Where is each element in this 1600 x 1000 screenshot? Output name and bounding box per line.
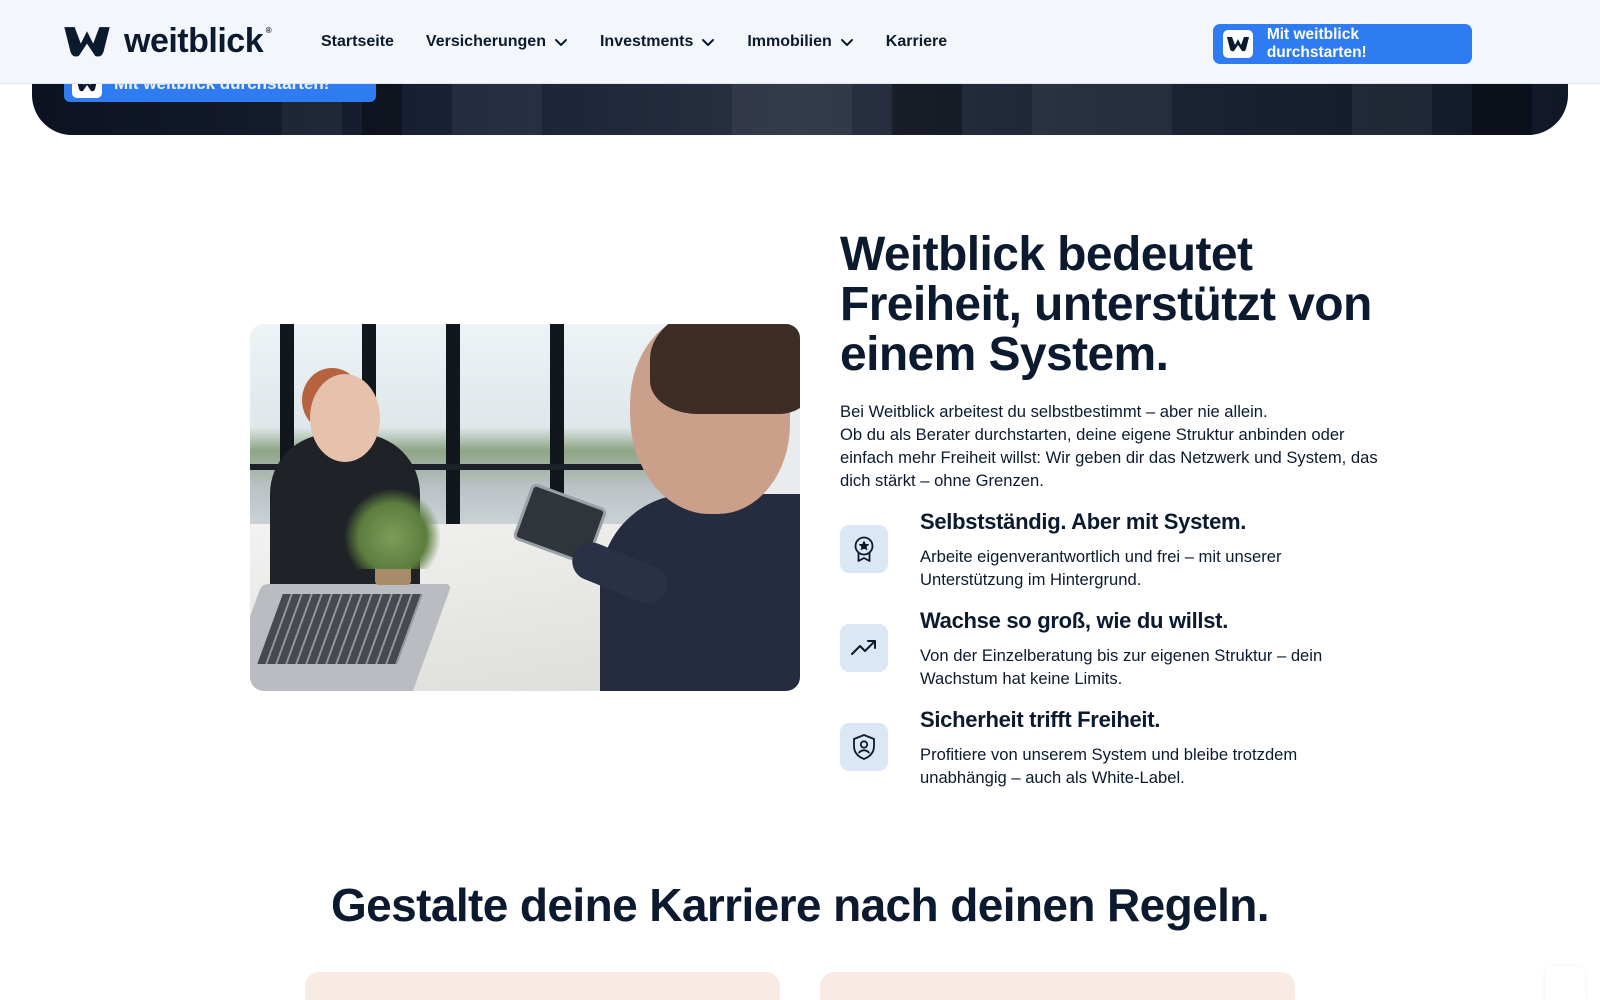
main-nav: Startseite Versicherungen Investments Im… — [321, 0, 947, 84]
nav-item-karriere[interactable]: Karriere — [886, 33, 947, 51]
brand-wordmark: weitblick ® — [124, 22, 272, 60]
intro-headline: Weitblick bedeutet Freiheit, unterstützt… — [840, 228, 1372, 381]
feature-list: Selbstständig. Aber mit System. Arbeite … — [840, 509, 1380, 806]
shield-user-icon — [840, 723, 888, 771]
chevron-down-icon — [554, 39, 567, 46]
brand-logo[interactable]: weitblick ® — [64, 22, 272, 61]
office-meeting-photo — [250, 324, 800, 691]
chevron-down-icon — [840, 39, 853, 46]
intro-paragraph: Bei Weitblick arbeitest du selbstbestimm… — [840, 402, 1378, 490]
floating-widget-button[interactable] — [1545, 966, 1585, 1000]
nav-item-immobilien[interactable]: Immobilien — [747, 33, 853, 51]
chevron-down-icon — [702, 39, 715, 46]
feature-item-sicherheit: Sicherheit trifft Freiheit. Profitiere v… — [840, 707, 1380, 806]
header-cta-button[interactable]: Mit weitblick durchstarten! — [1213, 24, 1472, 64]
intro-content: Weitblick bedeutet Freiheit, unterstützt… — [840, 230, 1380, 806]
feature-item-selbststaendig: Selbstständig. Aber mit System. Arbeite … — [840, 509, 1380, 608]
weitblick-logo-icon — [64, 27, 110, 57]
feature-item-wachstum: Wachse so groß, wie du willst. Von der E… — [840, 608, 1380, 707]
site-header: weitblick ® Startseite Versicherungen Inv… — [0, 0, 1600, 84]
trending-up-icon — [840, 624, 888, 672]
nav-item-startseite[interactable]: Startseite — [321, 33, 394, 51]
header-cta-label: Mit weitblick durchstarten! — [1266, 26, 1367, 61]
nav-item-versicherungen[interactable]: Versicherungen — [426, 33, 568, 51]
nav-item-investments[interactable]: Investments — [600, 33, 715, 51]
feature-title: Wachse so groß, wie du willst. — [920, 608, 1229, 633]
weitblick-logo-icon — [1223, 30, 1253, 58]
feature-title: Sicherheit trifft Freiheit. — [920, 707, 1161, 732]
feature-text: Von der Einzelberatung bis zur eigenen S… — [920, 646, 1323, 688]
feature-title: Selbstständig. Aber mit System. — [920, 509, 1247, 534]
career-card — [820, 972, 1295, 1000]
career-card — [305, 972, 780, 1000]
feature-text: Arbeite eigenverantwortlich und frei – m… — [920, 547, 1282, 589]
award-badge-icon — [840, 525, 888, 573]
feature-text: Profitiere von unserem System und bleibe… — [920, 745, 1298, 787]
career-section-title: Gestalte deine Karriere nach deinen Rege… — [331, 879, 1270, 931]
